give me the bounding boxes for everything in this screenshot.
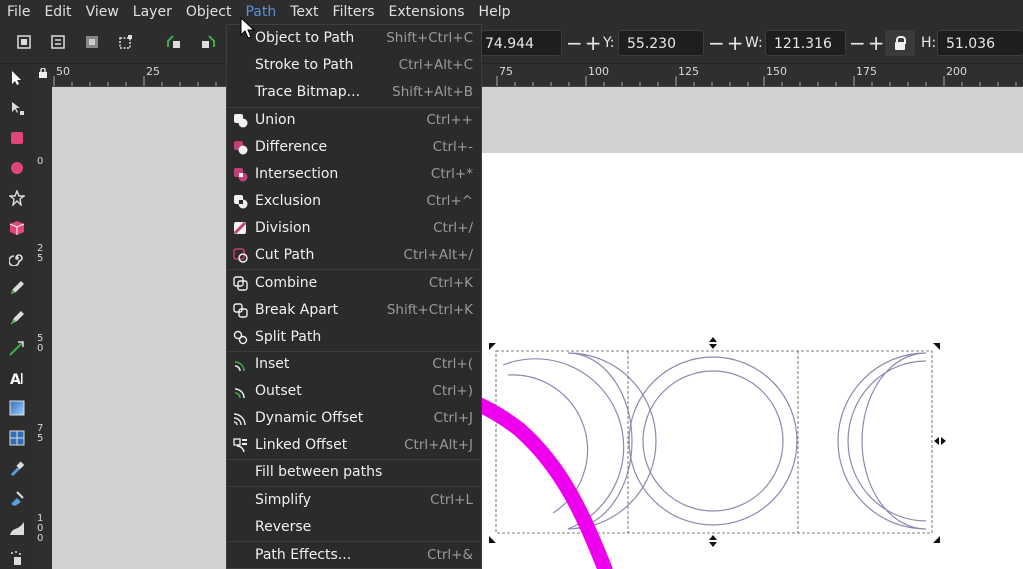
break-apart-icon — [233, 303, 248, 318]
pencil-tool-icon[interactable] — [9, 280, 25, 296]
vruler-label-100: 1 0 0 — [37, 513, 44, 544]
menu-item-path-effects[interactable]: Path Effects... Ctrl+& — [227, 542, 481, 569]
menu-view[interactable]: View — [79, 0, 126, 24]
mouse-cursor-icon — [240, 17, 256, 39]
difference-icon — [234, 141, 248, 155]
vruler-label-0: 0 — [37, 156, 44, 167]
y-stepper[interactable]: −+ — [708, 32, 746, 54]
tool-controls-bar: 74.944 −+ Y: 55.230 −+ W: 121.316 −+ H: … — [0, 24, 1023, 64]
text-tool-icon[interactable]: A — [9, 370, 25, 386]
outset-icon — [234, 388, 245, 399]
right-crescent-shape — [837, 352, 927, 530]
menu-item-exclusion[interactable]: Exclusion Ctrl+^ — [227, 188, 481, 215]
menu-item-fill-between-paths[interactable]: Fill between paths — [227, 459, 481, 486]
exclusion-icon — [234, 195, 248, 209]
pen-tool-icon[interactable] — [9, 310, 25, 326]
menu-item-stroke-to-path[interactable]: Stroke to Path Ctrl+Alt+C — [227, 52, 481, 79]
x-stepper[interactable]: −+ — [566, 32, 604, 54]
menu-item-simplify[interactable]: Simplify Ctrl+L — [227, 487, 481, 514]
touch-select-icon[interactable] — [119, 35, 133, 49]
vruler-label-75: 7 5 — [37, 423, 44, 444]
menu-item-combine[interactable]: Combine Ctrl+K — [227, 270, 481, 297]
menu-item-cut-path[interactable]: Cut Path Ctrl+Alt+/ — [227, 242, 481, 269]
mesh-tool-icon[interactable] — [9, 430, 25, 446]
menu-item-union[interactable]: Union Ctrl++ — [227, 107, 481, 134]
menu-item-division[interactable]: Division Ctrl+/ — [227, 215, 481, 242]
deselect-icon[interactable] — [85, 35, 99, 49]
vruler-label-50: 5 0 — [37, 333, 44, 354]
vruler-label-25: 2 5 — [37, 243, 44, 264]
dynamic-offset-icon — [233, 413, 246, 426]
intersection-icon — [234, 168, 248, 182]
select-all-layers-icon[interactable] — [51, 35, 65, 49]
menu-item-reverse[interactable]: Reverse — [227, 514, 481, 541]
menu-item-trace-bitmap[interactable]: Trace Bitmap... Shift+Alt+B — [227, 79, 481, 106]
x-field[interactable]: 74.944 — [476, 30, 562, 56]
combine-icon — [233, 276, 248, 291]
dropper-tool-icon[interactable] — [9, 460, 25, 476]
division-icon — [233, 221, 247, 235]
inset-icon — [234, 361, 245, 372]
paint-bucket-tool-icon[interactable] — [9, 490, 25, 506]
menu-text[interactable]: Text — [283, 0, 325, 24]
spiral-tool-icon[interactable] — [9, 250, 25, 266]
menu-item-object-to-path[interactable]: Object to Path Shift+Ctrl+C — [227, 25, 481, 52]
toolbox: A — [0, 64, 35, 569]
y-field[interactable]: 55.230 — [618, 30, 704, 56]
linked-offset-icon — [233, 438, 247, 453]
star-tool-icon[interactable] — [9, 190, 25, 206]
spray-tool-icon[interactable] — [9, 550, 25, 566]
ellipse-tool-icon[interactable] — [9, 160, 25, 176]
menu-help[interactable]: Help — [472, 0, 518, 24]
menu-item-dynamic-offset[interactable]: Dynamic Offset Ctrl+J — [227, 405, 481, 432]
menu-bar: File Edit View Layer Object Path Text Fi… — [0, 0, 1023, 24]
tweak-tool-icon[interactable] — [9, 520, 25, 536]
menu-item-split-path[interactable]: Split Path — [227, 324, 481, 351]
path-menu: Object to Path Shift+Ctrl+C Stroke to Pa… — [226, 24, 482, 569]
w-label: W: — [745, 35, 763, 51]
menu-object[interactable]: Object — [179, 0, 239, 24]
node-tool-icon[interactable] — [9, 100, 25, 116]
menu-item-outset[interactable]: Outset Ctrl+) — [227, 378, 481, 405]
rotate-cw-icon[interactable] — [201, 35, 215, 49]
svg-text:A: A — [10, 372, 21, 386]
union-icon — [234, 114, 248, 128]
h-label: H: — [921, 35, 937, 51]
w-stepper[interactable]: −+ — [849, 32, 887, 54]
split-path-icon — [233, 330, 248, 345]
horizontal-ruler: 50 25 75 100 125 150 175 200 — [39, 64, 1023, 87]
menu-item-intersection[interactable]: Intersection Ctrl+* — [227, 161, 481, 188]
vertical-ruler: 0 2 5 5 0 7 5 1 0 0 — [34, 64, 53, 569]
selection-handles — [489, 337, 946, 547]
select-all-icon[interactable] — [17, 35, 31, 49]
menu-filters[interactable]: Filters — [326, 0, 382, 24]
menu-item-linked-offset[interactable]: Linked Offset Ctrl+Alt+J — [227, 432, 481, 459]
menu-layer[interactable]: Layer — [126, 0, 179, 24]
h-field[interactable]: 51.036 — [937, 30, 1023, 56]
full-moon-shape — [628, 356, 798, 526]
rotate-ccw-icon[interactable] — [167, 35, 181, 49]
menu-item-inset[interactable]: Inset Ctrl+( — [227, 351, 481, 378]
menu-file[interactable]: File — [0, 0, 37, 24]
menu-item-difference[interactable]: Difference Ctrl+- — [227, 134, 481, 161]
gradient-tool-icon[interactable] — [9, 400, 25, 416]
w-field[interactable]: 121.316 — [765, 30, 846, 56]
3d-box-tool-icon[interactable] — [9, 220, 25, 236]
rectangle-tool-icon[interactable] — [9, 130, 25, 146]
menu-item-break-apart[interactable]: Break Apart Shift+Ctrl+K — [227, 297, 481, 324]
selector-tool-icon[interactable] — [9, 70, 25, 86]
lock-ratio-button[interactable] — [885, 30, 915, 56]
menu-edit[interactable]: Edit — [37, 0, 78, 24]
triple-moon-drawing[interactable] — [478, 153, 1023, 569]
guide-lock-icon[interactable] — [38, 68, 48, 78]
calligraphy-tool-icon[interactable] — [9, 340, 25, 356]
ruler-ticks — [53, 76, 1017, 86]
menu-extensions[interactable]: Extensions — [382, 0, 472, 24]
cut-path-icon — [233, 248, 248, 263]
y-label: Y: — [603, 35, 615, 51]
